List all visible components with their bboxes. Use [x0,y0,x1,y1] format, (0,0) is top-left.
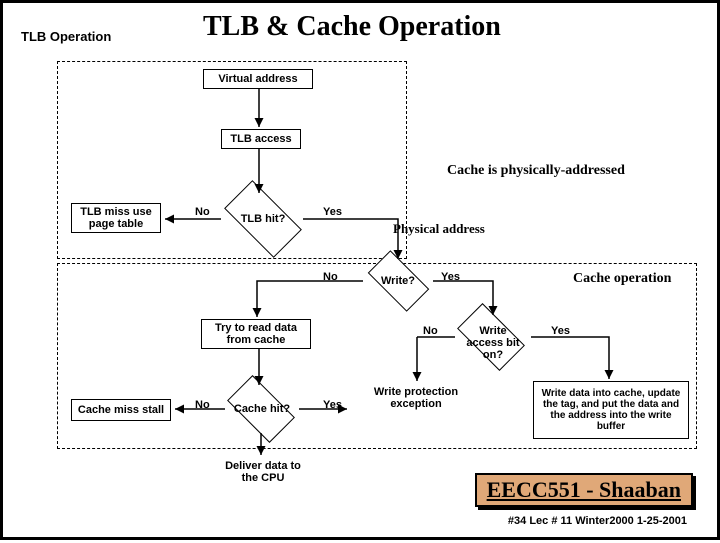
label-cache-hit: Cache hit? [227,403,297,415]
edge-write-yes: Yes [441,271,460,283]
edge-tlb-yes: Yes [323,206,342,218]
edge-tlb-no: No [195,206,210,218]
label-cache-phys: Cache is physically-addressed [447,163,625,179]
node-tlb-access: TLB access [221,129,301,149]
footer-course: EECC551 - Shaaban [475,473,693,507]
node-cache-miss: Cache miss stall [71,399,171,421]
node-virtual-address: Virtual address [203,69,313,89]
slide: TLB & Cache Operation TLB Operation Virt… [0,0,720,540]
edge-write-no: No [323,271,338,283]
edge-ch-no: No [195,399,210,411]
edge-wa-no: No [423,325,438,337]
node-write-data: Write data into cache, update the tag, a… [533,381,689,439]
label-cache-operation: Cache operation [573,271,671,287]
edge-ch-yes: Yes [323,399,342,411]
label-tlb-hit: TLB hit? [228,213,298,225]
node-tlb-miss: TLB miss use page table [71,203,161,233]
label-write-access: Write access bit on? [463,325,523,361]
slide-title: TLB & Cache Operation [203,11,501,43]
node-try-read: Try to read data from cache [201,319,311,349]
node-write-protection: Write protection exception [361,383,471,413]
node-deliver: Deliver data to the CPU [221,457,305,487]
label-physical-address: Physical address [393,221,485,237]
footer-meta: #34 Lec # 11 Winter2000 1-25-2001 [508,515,687,527]
side-label: TLB Operation [21,29,111,44]
edge-wa-yes: Yes [551,325,570,337]
label-write-q: Write? [363,275,433,287]
